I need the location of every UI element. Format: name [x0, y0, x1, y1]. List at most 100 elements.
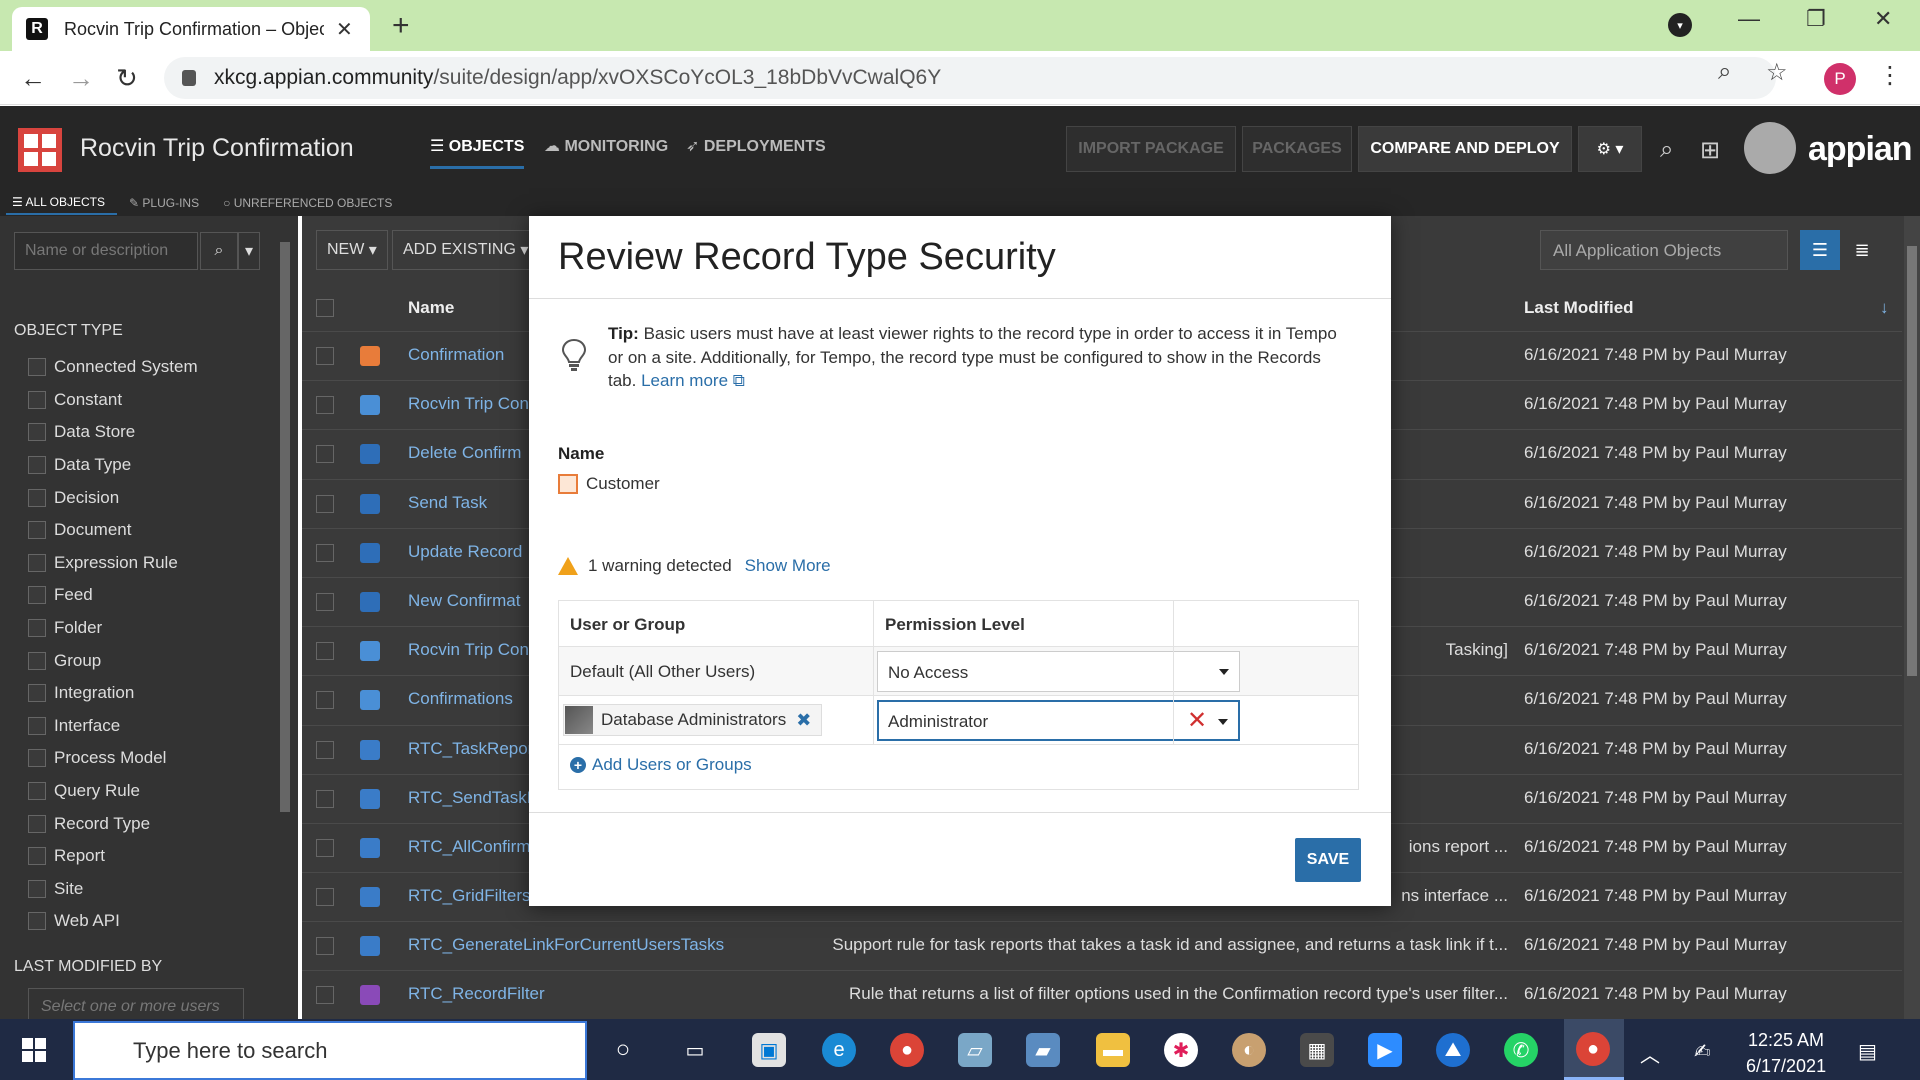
- nav-monitoring[interactable]: ☁ MONITORING: [544, 136, 668, 156]
- object-type-checkbox[interactable]: [28, 716, 46, 735]
- object-type-checkbox[interactable]: [28, 749, 46, 768]
- object-type-checkbox[interactable]: [28, 423, 46, 442]
- notes-app-icon[interactable]: ▱: [958, 1033, 992, 1067]
- object-type-filter[interactable]: Decision: [28, 481, 198, 514]
- row-checkbox[interactable]: [316, 937, 334, 956]
- chrome-profile-active-icon[interactable]: ●: [1564, 1019, 1624, 1080]
- object-type-checkbox[interactable]: [28, 684, 46, 703]
- object-type-filter[interactable]: Connected System: [28, 351, 198, 384]
- calculator-icon[interactable]: ▦: [1300, 1033, 1334, 1067]
- restore-icon[interactable]: ❐: [1806, 6, 1826, 32]
- row-checkbox[interactable]: [316, 691, 334, 710]
- group-permission-select[interactable]: Administrator: [877, 700, 1240, 741]
- save-button[interactable]: SAVE: [1295, 838, 1361, 882]
- profile-avatar[interactable]: P: [1824, 63, 1856, 95]
- object-type-checkbox[interactable]: [28, 814, 46, 833]
- nav-deployments[interactable]: ➶ DEPLOYMENTS: [686, 136, 826, 156]
- windows-start-icon[interactable]: [22, 1038, 46, 1062]
- settings-gear-icon[interactable]: ⚙ ▾: [1578, 126, 1642, 172]
- object-name-link[interactable]: RTC_RecordFilter: [408, 984, 776, 1004]
- whatsapp-icon[interactable]: ✆: [1504, 1033, 1538, 1067]
- object-type-filter[interactable]: Data Type: [28, 449, 198, 482]
- object-type-filter[interactable]: Query Rule: [28, 775, 198, 808]
- object-type-checkbox[interactable]: [28, 488, 46, 507]
- browser-app-icon[interactable]: ⛰: [1436, 1033, 1470, 1067]
- new-tab-icon[interactable]: +: [392, 9, 410, 43]
- bookmark-star-icon[interactable]: ☆: [1766, 58, 1788, 87]
- store-icon[interactable]: ▣: [752, 1033, 786, 1067]
- import-package-button[interactable]: IMPORT PACKAGE: [1066, 126, 1236, 172]
- list-view-icon[interactable]: ☰: [1800, 230, 1840, 270]
- object-type-filter[interactable]: Site: [28, 873, 198, 906]
- search-objects-icon[interactable]: ⌕: [1660, 136, 1673, 164]
- object-type-filter[interactable]: Document: [28, 514, 198, 547]
- reload-icon[interactable]: ↻: [116, 63, 138, 94]
- application-objects-select[interactable]: All Application Objects: [1540, 230, 1788, 270]
- pen-icon[interactable]: ✍: [1694, 1039, 1711, 1064]
- object-type-checkbox[interactable]: [28, 879, 46, 898]
- tab-close-icon[interactable]: ✕: [336, 17, 353, 42]
- object-type-filter[interactable]: Feed: [28, 579, 198, 612]
- object-type-filter[interactable]: Interface: [28, 710, 198, 743]
- learn-more-link[interactable]: Learn more ⧉: [641, 371, 745, 390]
- object-type-filter[interactable]: Web API: [28, 905, 198, 938]
- object-type-checkbox[interactable]: [28, 847, 46, 866]
- forward-icon[interactable]: →: [68, 63, 94, 94]
- object-type-filter[interactable]: Process Model: [28, 742, 198, 775]
- paint-icon[interactable]: ◐: [1232, 1033, 1266, 1067]
- slack-icon[interactable]: ✱: [1164, 1033, 1198, 1067]
- browser-tab[interactable]: R Rocvin Trip Confirmation – Objec ✕: [12, 7, 370, 51]
- row-checkbox[interactable]: [316, 789, 334, 808]
- object-type-checkbox[interactable]: [28, 586, 46, 605]
- tab-plug-ins[interactable]: ✎ PLUG-INS: [123, 192, 211, 214]
- search-options-chevron-icon[interactable]: ▾: [238, 232, 260, 270]
- object-search-input[interactable]: Name or description: [14, 232, 198, 270]
- table-row[interactable]: RTC_GenerateLinkForCurrentUsersTasks Supp…: [302, 922, 1902, 972]
- browser-menu-icon[interactable]: ⋮: [1878, 61, 1902, 90]
- taskbar-search-input[interactable]: Type here to search: [73, 1021, 587, 1080]
- object-type-checkbox[interactable]: [28, 912, 46, 931]
- object-type-checkbox[interactable]: [28, 651, 46, 670]
- table-row[interactable]: RTC_RecordFilter Rule that returns a list…: [302, 971, 1902, 1019]
- object-type-checkbox[interactable]: [28, 390, 46, 409]
- compare-and-deploy-button[interactable]: COMPARE AND DEPLOY: [1358, 126, 1572, 172]
- edge-icon[interactable]: e: [822, 1033, 856, 1067]
- app-icon[interactable]: ▰: [1026, 1033, 1060, 1067]
- row-checkbox[interactable]: [316, 543, 334, 562]
- cortana-icon[interactable]: ○: [606, 1033, 640, 1067]
- select-all-checkbox[interactable]: [316, 299, 334, 317]
- url-input[interactable]: xkcg.appian.community/suite/design/app/x…: [164, 57, 1776, 99]
- object-type-filter[interactable]: Folder: [28, 612, 198, 645]
- add-users-or-groups-link[interactable]: + Add Users or Groups: [570, 755, 752, 775]
- row-checkbox[interactable]: [316, 592, 334, 611]
- search-icon[interactable]: ⌕: [200, 232, 238, 270]
- add-existing-button[interactable]: ADD EXISTING ▾: [392, 230, 540, 270]
- row-checkbox[interactable]: [316, 740, 334, 759]
- tab-all-objects[interactable]: ☰ ALL OBJECTS: [6, 191, 118, 215]
- show-hidden-icons-icon[interactable]: ︿: [1640, 1039, 1660, 1068]
- user-avatar[interactable]: [1744, 122, 1796, 174]
- object-name-link[interactable]: RTC_GenerateLinkForCurrentUsersTasks: [408, 935, 776, 955]
- object-type-filter[interactable]: Group: [28, 644, 198, 677]
- object-type-filter[interactable]: Integration: [28, 677, 198, 710]
- row-checkbox[interactable]: [316, 445, 334, 464]
- sidebar-scrollbar[interactable]: [278, 232, 292, 1022]
- object-type-filter[interactable]: Data Store: [28, 416, 198, 449]
- row-checkbox[interactable]: [316, 396, 334, 415]
- new-button[interactable]: NEW ▾: [316, 230, 388, 270]
- remove-chip-icon[interactable]: ✖: [796, 710, 811, 731]
- row-checkbox[interactable]: [316, 642, 334, 661]
- name-column-header[interactable]: Name: [408, 298, 454, 318]
- clock[interactable]: 12:25 AM 6/17/2021: [1746, 1027, 1826, 1079]
- close-window-icon[interactable]: ✕: [1874, 6, 1892, 32]
- tab-unreferenced-objects[interactable]: ○ UNREFERENCED OBJECTS: [217, 192, 404, 214]
- delete-row-icon[interactable]: ✕: [1187, 706, 1207, 735]
- detail-view-icon[interactable]: ≣: [1842, 230, 1882, 270]
- row-checkbox[interactable]: [316, 888, 334, 907]
- last-modified-column-header[interactable]: Last Modified: [1524, 298, 1634, 318]
- back-icon[interactable]: ←: [20, 63, 46, 94]
- nav-objects[interactable]: ☰ OBJECTS: [430, 136, 525, 169]
- object-type-checkbox[interactable]: [28, 358, 46, 377]
- object-type-filter[interactable]: Expression Rule: [28, 547, 198, 580]
- task-view-icon[interactable]: ▭: [678, 1033, 712, 1067]
